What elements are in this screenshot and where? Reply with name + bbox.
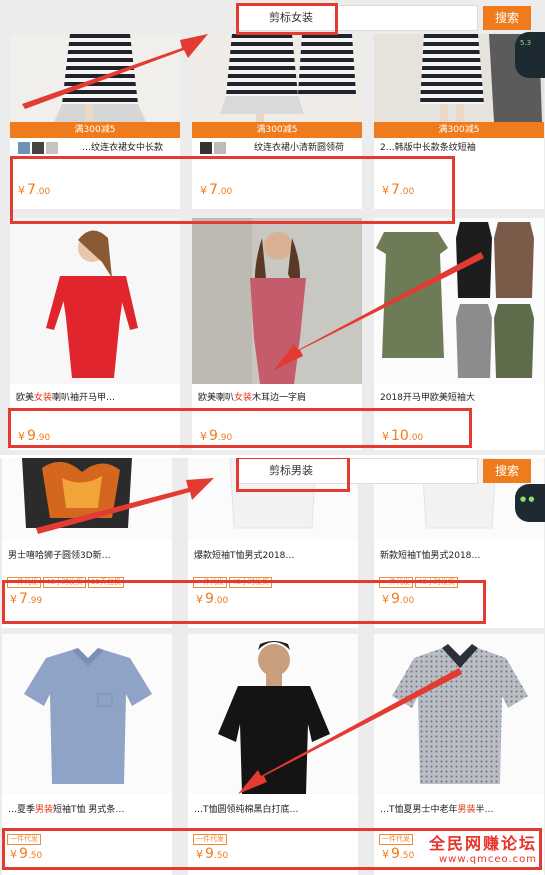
product-image[interactable] [2, 634, 172, 794]
price-highlight-box [8, 408, 472, 448]
product-title[interactable]: 爆款短袖T恤男式2018… [194, 550, 354, 562]
striped-dress-image [192, 34, 362, 122]
product-title[interactable]: 2018开马甲欧美短袖大 [380, 392, 540, 404]
polo-shirt-image [2, 634, 172, 794]
color-swatches [18, 142, 78, 154]
floating-widget[interactable]: 5.3 [515, 32, 545, 78]
watermark-title: 全民网赚论坛 [428, 834, 537, 853]
product-title[interactable]: …夏季男装短袖T恤 男式条… [8, 804, 168, 816]
search-button[interactable]: 搜索 [483, 6, 531, 30]
women-results-panel: 满300减5 …纹连衣裙女中长款 ¥7.00 满300减5 纹连衣裙小清新圆领荷… [0, 0, 545, 455]
men-results-panel: 男士嘻哈狮子圆领3D新… 一件代发 48小时发货 15天包换 ¥7.99 爆款短袖T… [0, 458, 545, 875]
red-dress-image [10, 218, 180, 384]
product-image[interactable] [192, 34, 362, 122]
promo-banner: 满300减5 [10, 122, 180, 138]
product-title[interactable]: 2…韩版中长款条纹短袖 [380, 142, 540, 154]
color-swatches [200, 142, 250, 154]
tshirt-dress-image [374, 218, 544, 384]
product-title[interactable]: …T恤圆领纯棉黑白打底… [194, 804, 354, 816]
black-tshirt-image [188, 634, 358, 794]
search-button[interactable]: 搜索 [483, 459, 531, 483]
promo-banner: 满300减5 [374, 122, 544, 138]
product-title[interactable]: …纹连衣裙女中长款 [82, 142, 176, 154]
floating-widget[interactable]: ● ● [515, 484, 545, 522]
promo-banner: 满300减5 [192, 122, 362, 138]
product-image[interactable] [374, 218, 544, 384]
pink-dress-image [192, 218, 362, 384]
product-image[interactable] [10, 34, 180, 122]
product-title[interactable]: 欧美女装喇叭袖开马甲… [16, 392, 176, 404]
product-title[interactable]: 纹连衣裙小清新圆领荷 [254, 142, 358, 154]
watermark-url: www.qmceo.com [438, 854, 537, 865]
search-highlight-box [236, 458, 350, 492]
forum-watermark: 全民网赚论坛 www.qmceo.com [429, 830, 537, 865]
product-image[interactable] [188, 634, 358, 794]
printed-tshirt-image [2, 458, 172, 540]
widget-badge: 5.3 [520, 39, 532, 47]
striped-dress-image [10, 34, 180, 122]
product-title[interactable]: 欧美喇叭女装木耳边一字肩 [198, 392, 358, 404]
product-title[interactable]: 男士嘻哈狮子圆领3D新… [8, 550, 168, 562]
product-title[interactable]: 新款短袖T恤男式2018… [380, 550, 540, 562]
product-image[interactable] [2, 458, 172, 540]
product-image[interactable] [374, 634, 544, 794]
widget-dot-icon: ● ● [520, 495, 535, 503]
price-highlight-box [2, 580, 486, 624]
price-highlight-box [10, 156, 455, 224]
product-image[interactable] [10, 218, 180, 384]
product-image[interactable] [192, 218, 362, 384]
patterned-polo-image [374, 634, 544, 794]
product-title[interactable]: …T恤夏男士中老年男装半… [380, 804, 540, 816]
search-highlight-box [236, 3, 338, 35]
